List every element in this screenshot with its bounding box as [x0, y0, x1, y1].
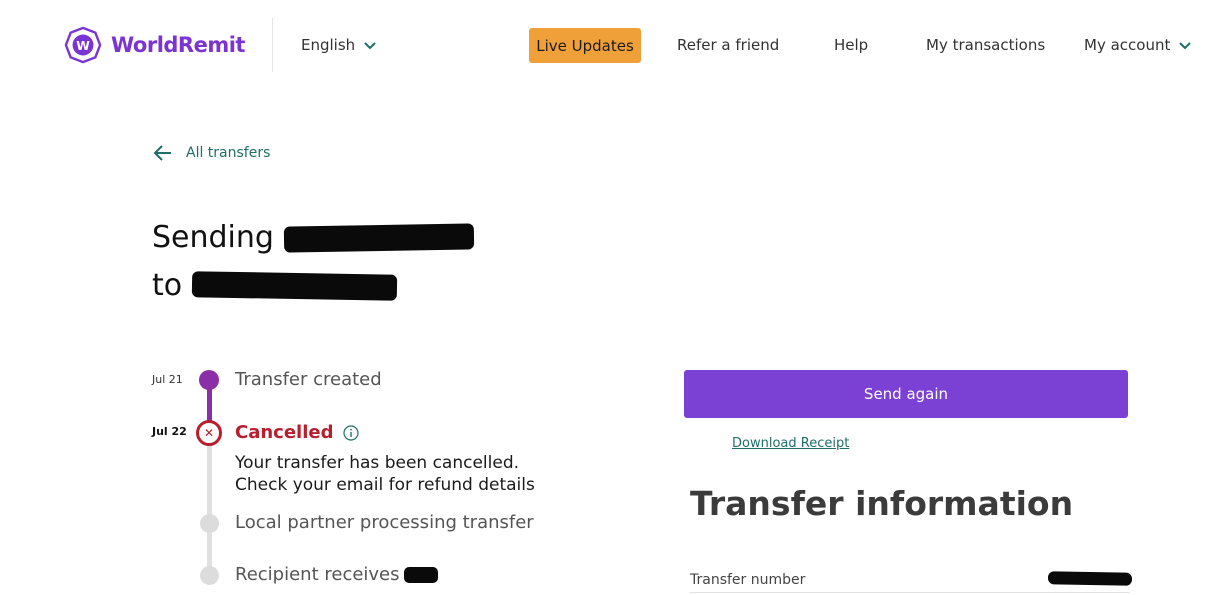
nav-my-account[interactable]: My account [1084, 36, 1193, 54]
language-selector[interactable]: English [301, 36, 378, 54]
arrow-left-icon [153, 145, 171, 161]
info-icon[interactable] [343, 424, 360, 441]
timeline-dot-pending [200, 566, 219, 585]
timeline-step-receives: Recipient receives [235, 564, 400, 585]
header-divider [272, 18, 273, 72]
redacted-amount [283, 223, 475, 253]
send-again-button[interactable]: Send again [684, 370, 1128, 418]
worldremit-logo[interactable]: W WorldRemit [64, 26, 245, 64]
live-updates-button[interactable]: Live Updates [529, 28, 641, 63]
nav-help[interactable]: Help [834, 36, 868, 54]
language-label: English [301, 36, 356, 54]
chevron-down-icon [1179, 42, 1192, 50]
cancelled-desc-line1: Your transfer has been cancelled. [235, 453, 520, 473]
cancelled-desc-line2: Check your email for refund details [235, 475, 535, 495]
redacted-recipient [191, 271, 398, 301]
timeline-dot-complete [199, 370, 219, 390]
svg-text:W: W [76, 39, 90, 53]
transfer-number-divider [690, 592, 1130, 593]
redacted-receive-method [404, 567, 438, 583]
back-link-label: All transfers [186, 145, 271, 161]
timeline-step-processing: Local partner processing transfer [235, 512, 534, 533]
title-to: to [152, 268, 183, 303]
cancelled-x-icon: ✕ [196, 420, 222, 446]
title-sending: Sending [152, 220, 274, 255]
nav-my-transactions[interactable]: My transactions [926, 36, 1045, 54]
timeline-step-cancelled: Cancelled [235, 422, 360, 443]
my-account-label: My account [1084, 36, 1171, 54]
cancelled-label: Cancelled [235, 422, 334, 443]
chevron-down-icon [364, 42, 376, 50]
redacted-transfer-number [1047, 571, 1133, 586]
timeline-progress-line [207, 388, 212, 422]
page-title: Sending to [152, 214, 475, 310]
timeline-date-cancelled: Jul 22 [152, 425, 187, 438]
timeline-step-created: Transfer created [235, 369, 382, 390]
logo-mark-icon: W [64, 26, 102, 64]
transfer-info-title: Transfer information [690, 484, 1074, 523]
timeline-date-created: Jul 21 [152, 373, 183, 386]
brand-name: WorldRemit [111, 33, 245, 57]
download-receipt-link[interactable]: Download Receipt [732, 436, 849, 451]
cancelled-description: Your transfer has been cancelled. Check … [235, 452, 535, 496]
timeline-dot-pending [200, 514, 219, 533]
nav-refer-a-friend[interactable]: Refer a friend [677, 36, 779, 54]
transfer-number-label: Transfer number [690, 572, 806, 588]
all-transfers-back-link[interactable]: All transfers [152, 142, 270, 164]
